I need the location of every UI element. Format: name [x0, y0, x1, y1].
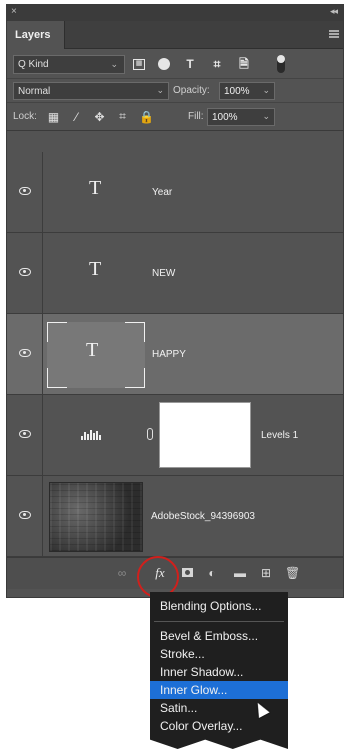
lock-all-padlock-icon[interactable]: 🔒 — [139, 110, 154, 124]
histogram-bar — [96, 431, 98, 440]
chevron-down-icon: ⌄ — [156, 85, 164, 95]
panel-title-bar: × ◂◂ — [7, 5, 343, 21]
visibility-column — [7, 476, 43, 556]
layer-list: T Year T NEW T HAPPY Levels 1 AdobeStock… — [7, 152, 343, 557]
filter-toggle-switch[interactable] — [277, 55, 285, 73]
menu-item-blending-options[interactable]: Blending Options... — [150, 597, 288, 615]
chain-link-icon[interactable] — [147, 428, 153, 440]
eye-visibility-icon[interactable] — [19, 430, 31, 438]
histogram-bar — [87, 434, 89, 440]
blend-mode-value: Normal — [18, 86, 51, 97]
type-layer-icon: T — [89, 177, 102, 199]
fill-label: Fill: — [188, 111, 204, 122]
selection-corner — [47, 368, 67, 388]
image-filter-icon[interactable]: ▦ — [133, 58, 145, 70]
blend-row: Normal ⌄ Opacity: 100% ⌄ — [7, 79, 343, 103]
layer-thumbnail-selected[interactable]: T — [47, 322, 145, 388]
add-style-fx-button[interactable]: fx — [147, 564, 173, 584]
opacity-label: Opacity: — [173, 85, 210, 96]
chevron-down-icon: ⌄ — [262, 85, 270, 95]
panel-menu-icon[interactable] — [329, 30, 339, 38]
new-group-folder-icon[interactable]: ▬ — [233, 566, 247, 580]
opacity-value: 100% — [224, 86, 250, 97]
fill-value: 100% — [212, 112, 238, 123]
levels-histogram-icon[interactable] — [81, 429, 103, 440]
menu-item-color-overlay[interactable]: Color Overlay... — [150, 717, 288, 735]
visibility-column — [7, 233, 43, 313]
eye-visibility-icon[interactable] — [19, 268, 31, 276]
type-layer-icon: T — [89, 258, 102, 280]
type-filter-icon[interactable]: T — [183, 56, 197, 72]
lock-row: Lock: ▦ ⁄ ✥ ⌗ 🔒 Fill: 100% ⌄ — [7, 103, 343, 131]
type-layer-icon: T — [86, 339, 99, 361]
menu-item-inner-glow[interactable]: Inner Glow... — [150, 681, 288, 699]
lock-position-move-icon[interactable]: ✥ — [93, 110, 106, 124]
layer-row-levels[interactable]: Levels 1 — [7, 395, 343, 476]
histogram-bar — [84, 432, 86, 440]
fx-dropdown-menu: Blending Options... Bevel & Emboss... St… — [150, 592, 288, 749]
visibility-column — [7, 152, 43, 232]
image-layer-thumbnail[interactable] — [49, 482, 143, 552]
selection-corner — [125, 368, 145, 388]
smart-object-filter-icon[interactable]: 🗎 — [237, 56, 251, 72]
layer-name[interactable]: Year — [152, 187, 172, 198]
histogram-bar — [90, 430, 92, 440]
new-layer-icon[interactable]: ⊞ — [259, 566, 273, 580]
selection-corner — [47, 322, 67, 342]
layers-panel: × ◂◂ Layers Q Kind ⌄ ▦ T ⌗ 🗎 Normal ⌄ Op… — [6, 4, 344, 598]
histogram-bar — [93, 433, 95, 440]
layer-mask-thumbnail[interactable] — [159, 402, 251, 468]
menu-item-inner-shadow[interactable]: Inner Shadow... — [150, 663, 288, 681]
filter-icons: ▦ T ⌗ 🗎 — [133, 56, 251, 72]
lock-label: Lock: — [13, 111, 37, 122]
layer-row-new[interactable]: T NEW — [7, 233, 343, 314]
layer-name[interactable]: AdobeStock_94396903 — [151, 511, 255, 522]
visibility-column — [7, 395, 43, 475]
layer-name[interactable]: HAPPY — [152, 349, 186, 360]
histogram-bar — [81, 436, 83, 440]
filter-kind-value: Q Kind — [18, 59, 49, 70]
adjustment-filter-icon[interactable] — [158, 58, 170, 70]
layer-name[interactable]: Levels 1 — [261, 430, 298, 441]
lock-icons: ▦ ⁄ ✥ ⌗ 🔒 — [47, 109, 154, 124]
menu-separator — [154, 621, 284, 622]
lock-transparent-pixels-icon[interactable]: ▦ — [47, 110, 60, 124]
collapse-panel-icon[interactable]: ◂◂ — [330, 6, 338, 17]
histogram-bar — [99, 435, 101, 440]
eye-visibility-icon[interactable] — [19, 349, 31, 357]
layer-filter-row: Q Kind ⌄ ▦ T ⌗ 🗎 — [7, 49, 343, 79]
adjustment-layer-icon[interactable]: ◐ — [205, 566, 219, 580]
close-panel-icon[interactable]: × — [11, 6, 17, 17]
eye-visibility-icon[interactable] — [19, 511, 31, 519]
shape-filter-icon[interactable]: ⌗ — [210, 56, 224, 72]
filter-kind-select[interactable]: Q Kind ⌄ — [13, 55, 125, 74]
link-layers-icon[interactable]: ∞ — [115, 566, 129, 580]
layer-row-happy[interactable]: T HAPPY — [7, 314, 343, 395]
chevron-down-icon: ⌄ — [262, 111, 270, 121]
menu-item-bevel-emboss[interactable]: Bevel & Emboss... — [150, 627, 288, 645]
chevron-down-icon: ⌄ — [110, 59, 118, 69]
prevent-autonest-artboard-icon[interactable]: ⌗ — [116, 109, 129, 124]
selection-corner — [125, 322, 145, 342]
visibility-column — [7, 314, 43, 394]
panel-tab-row: Layers — [7, 21, 343, 49]
blend-mode-select[interactable]: Normal ⌄ — [13, 82, 169, 100]
eye-visibility-icon[interactable] — [19, 187, 31, 195]
trash-icon[interactable]: 🗑 — [285, 566, 300, 580]
layers-bottom-toolbar: ∞ fx ◐ ▬ ⊞ 🗑 — [7, 556, 343, 598]
menu-item-stroke[interactable]: Stroke... — [150, 645, 288, 663]
layer-row-adobestock[interactable]: AdobeStock_94396903 — [7, 476, 343, 557]
fill-field[interactable]: 100% ⌄ — [207, 108, 275, 126]
lock-image-pixels-brush-icon[interactable]: ⁄ — [70, 110, 83, 124]
opacity-field[interactable]: 100% ⌄ — [219, 82, 275, 100]
layer-row-year[interactable]: T Year — [7, 152, 343, 233]
layer-name[interactable]: NEW — [152, 268, 175, 279]
tab-layers[interactable]: Layers — [7, 21, 65, 49]
